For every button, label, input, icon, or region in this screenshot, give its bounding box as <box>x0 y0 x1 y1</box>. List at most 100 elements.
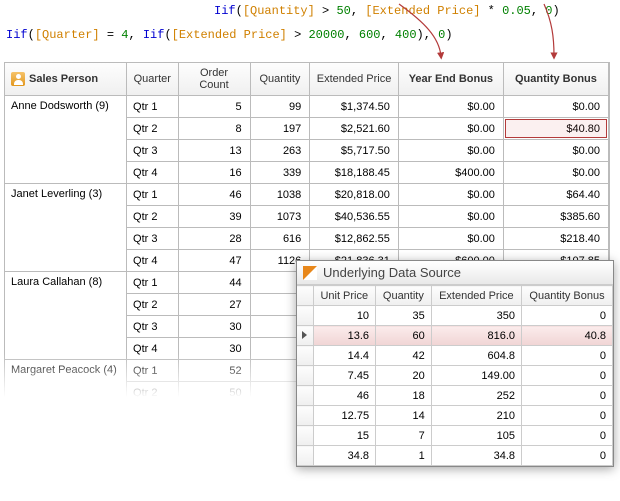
sales-person-cell[interactable]: Laura Callahan (8) <box>5 272 127 360</box>
extended-price-cell[interactable]: 105 <box>431 426 521 446</box>
year-end-bonus-cell[interactable]: $0.00 <box>398 206 503 228</box>
quantity-cell[interactable]: 99 <box>250 96 310 118</box>
quantity-bonus-cell[interactable]: $218.40 <box>503 228 608 250</box>
order-count-cell[interactable]: 27 <box>178 294 250 316</box>
quantity-bonus-cell[interactable]: 0 <box>522 446 613 466</box>
sales-person-cell[interactable]: Janet Leverling (3) <box>5 184 127 272</box>
quantity-bonus-cell[interactable]: $0.00 <box>503 162 608 184</box>
quarter-cell[interactable]: Qtr 2 <box>127 382 178 404</box>
data-row[interactable]: 46182520 <box>297 386 613 406</box>
quantity-bonus-cell[interactable]: 0 <box>522 386 613 406</box>
year-end-bonus-cell[interactable]: $0.00 <box>398 228 503 250</box>
data-row[interactable]: 34.8134.80 <box>297 446 613 466</box>
quantity-cell[interactable]: 20 <box>376 366 432 386</box>
row-handle[interactable] <box>297 366 313 386</box>
quantity-bonus-cell[interactable]: 0 <box>522 426 613 446</box>
unit-price-cell[interactable]: 7.45 <box>313 366 376 386</box>
pivot-row[interactable]: Janet Leverling (3)Qtr 1461038$20,818.00… <box>5 184 609 206</box>
extended-price-cell[interactable]: $2,521.60 <box>310 118 399 140</box>
order-count-cell[interactable]: 46 <box>178 184 250 206</box>
order-count-cell[interactable]: 50 <box>178 382 250 404</box>
row-handle[interactable] <box>297 346 313 366</box>
quarter-cell[interactable]: Qtr 3 <box>127 140 178 162</box>
quantity-cell[interactable]: 60 <box>376 326 432 346</box>
quantity-cell[interactable]: 197 <box>250 118 310 140</box>
quantity-bonus-cell[interactable]: 0 <box>522 366 613 386</box>
order-count-cell[interactable]: 5 <box>178 96 250 118</box>
col-unit-price[interactable]: Unit Price <box>313 286 376 306</box>
quarter-cell[interactable]: Qtr 1 <box>127 360 178 382</box>
year-end-bonus-cell[interactable]: $400.00 <box>398 162 503 184</box>
quarter-cell[interactable]: Qtr 2 <box>127 206 178 228</box>
quantity-cell[interactable]: 339 <box>250 162 310 184</box>
order-count-cell[interactable]: 30 <box>178 338 250 360</box>
order-count-cell[interactable]: 16 <box>178 162 250 184</box>
data-row[interactable]: 7.4520149.000 <box>297 366 613 386</box>
year-end-bonus-cell[interactable]: $0.00 <box>398 184 503 206</box>
quarter-cell[interactable]: Qtr 1 <box>127 184 178 206</box>
col-extended-price[interactable]: Extended Price <box>310 63 399 96</box>
unit-price-cell[interactable]: 46 <box>313 386 376 406</box>
col-quantity[interactable]: Quantity <box>250 63 310 96</box>
extended-price-cell[interactable]: $1,374.50 <box>310 96 399 118</box>
sales-person-cell[interactable]: Anne Dodsworth (9) <box>5 96 127 184</box>
extended-price-cell[interactable]: 210 <box>431 406 521 426</box>
col-panel-extended-price[interactable]: Extended Price <box>431 286 521 306</box>
order-count-cell[interactable]: 47 <box>178 250 250 272</box>
extended-price-cell[interactable]: $40,536.55 <box>310 206 399 228</box>
quarter-cell[interactable]: Qtr 4 <box>127 162 178 184</box>
col-quantity-bonus[interactable]: Quantity Bonus <box>503 63 608 96</box>
quarter-cell[interactable]: Qtr 1 <box>127 272 178 294</box>
row-handle[interactable] <box>297 386 313 406</box>
col-year-end-bonus[interactable]: Year End Bonus <box>398 63 503 96</box>
order-count-cell[interactable]: 28 <box>178 228 250 250</box>
quantity-cell[interactable]: 14 <box>376 406 432 426</box>
col-order-count[interactable]: Order Count <box>178 63 250 96</box>
year-end-bonus-cell[interactable]: $0.00 <box>398 140 503 162</box>
year-end-bonus-cell[interactable]: $0.00 <box>398 96 503 118</box>
quantity-cell[interactable]: 18 <box>376 386 432 406</box>
col-quarter[interactable]: Quarter <box>127 63 178 96</box>
quantity-bonus-cell[interactable]: $40.80 <box>503 118 608 140</box>
year-end-bonus-cell[interactable]: $0.00 <box>398 118 503 140</box>
underlying-data-panel[interactable]: Underlying Data Source Unit Price Quanti… <box>296 260 614 467</box>
quarter-cell[interactable]: Qtr 2 <box>127 294 178 316</box>
row-handle[interactable] <box>297 426 313 446</box>
extended-price-cell[interactable]: $18,188.45 <box>310 162 399 184</box>
unit-price-cell[interactable]: 14.4 <box>313 346 376 366</box>
extended-price-cell[interactable]: 149.00 <box>431 366 521 386</box>
quantity-bonus-cell[interactable]: 0 <box>522 406 613 426</box>
extended-price-cell[interactable]: 34.8 <box>431 446 521 466</box>
extended-price-cell[interactable]: $5,717.50 <box>310 140 399 162</box>
order-count-cell[interactable]: 13 <box>178 140 250 162</box>
pivot-row[interactable]: Anne Dodsworth (9)Qtr 1599$1,374.50$0.00… <box>5 96 609 118</box>
quantity-bonus-cell[interactable]: $0.00 <box>503 96 608 118</box>
row-handle[interactable] <box>297 326 313 346</box>
order-count-cell[interactable]: 52 <box>178 360 250 382</box>
extended-price-cell[interactable]: $12,862.55 <box>310 228 399 250</box>
data-row[interactable]: 1571050 <box>297 426 613 446</box>
quantity-bonus-cell[interactable]: $64.40 <box>503 184 608 206</box>
unit-price-cell[interactable]: 10 <box>313 306 376 326</box>
quantity-cell[interactable]: 616 <box>250 228 310 250</box>
unit-price-cell[interactable]: 34.8 <box>313 446 376 466</box>
quantity-cell[interactable]: 7 <box>376 426 432 446</box>
panel-title-bar[interactable]: Underlying Data Source <box>297 261 613 285</box>
data-row[interactable]: 12.75142100 <box>297 406 613 426</box>
extended-price-cell[interactable]: $20,818.00 <box>310 184 399 206</box>
quantity-cell[interactable]: 1073 <box>250 206 310 228</box>
quarter-cell[interactable]: Qtr 1 <box>127 96 178 118</box>
data-row[interactable]: 14.442604.80 <box>297 346 613 366</box>
quarter-cell[interactable]: Qtr 4 <box>127 338 178 360</box>
unit-price-cell[interactable]: 15 <box>313 426 376 446</box>
extended-price-cell[interactable]: 252 <box>431 386 521 406</box>
quarter-cell[interactable]: Qtr 2 <box>127 118 178 140</box>
col-panel-quantity-bonus[interactable]: Quantity Bonus <box>522 286 613 306</box>
quantity-bonus-cell[interactable]: 40.8 <box>522 326 613 346</box>
col-sales-person[interactable]: Sales Person <box>5 63 127 96</box>
quantity-bonus-cell[interactable]: $385.60 <box>503 206 608 228</box>
quantity-bonus-cell[interactable]: 0 <box>522 346 613 366</box>
extended-price-cell[interactable]: 604.8 <box>431 346 521 366</box>
order-count-cell[interactable]: 30 <box>178 316 250 338</box>
quantity-cell[interactable]: 35 <box>376 306 432 326</box>
